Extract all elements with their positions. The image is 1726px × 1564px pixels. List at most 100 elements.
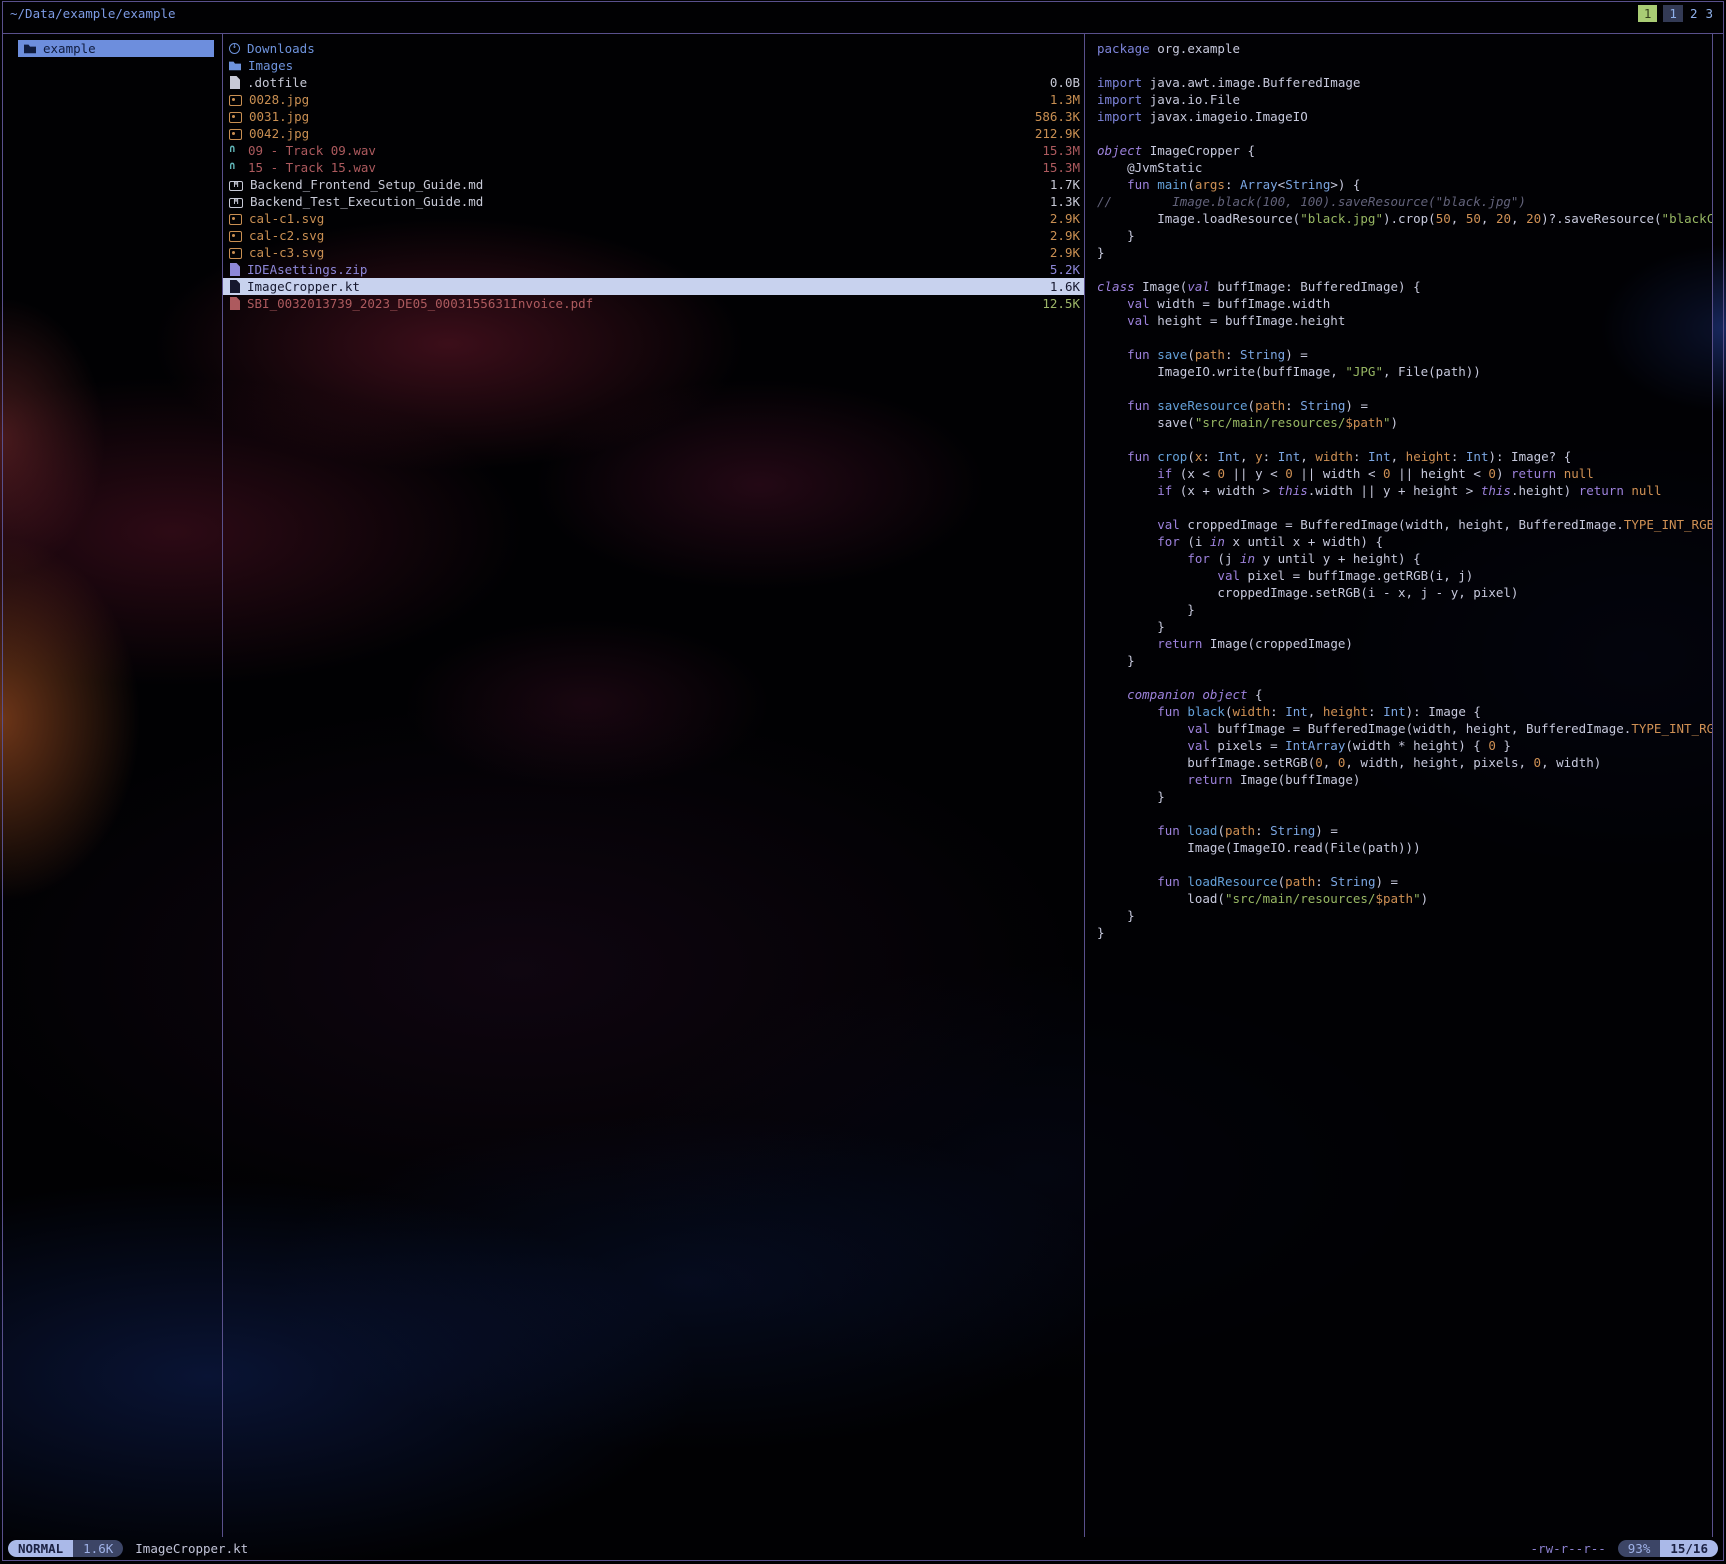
code-line: [1097, 499, 1712, 516]
pdf-icon: [230, 297, 240, 310]
code-line: [1097, 380, 1712, 397]
file-name: IDEAsettings.zip: [247, 262, 1042, 277]
code-line: companion object {: [1097, 686, 1712, 703]
image-icon: [229, 231, 242, 242]
file-row[interactable]: 09 - Track 09.wav 15.3M: [223, 142, 1084, 159]
code-line: }: [1097, 227, 1712, 244]
code-line: // Image.black(100, 100).saveResource("b…: [1097, 193, 1712, 210]
scroll-percent-badge: 93%: [1618, 1540, 1661, 1557]
file-row[interactable]: 0028.jpg1.3M: [223, 91, 1084, 108]
file-row[interactable]: 0031.jpg 586.3K: [223, 108, 1084, 125]
code-line: package org.example: [1097, 40, 1712, 57]
file-name: SBI_0032013739_2023_DE05_0003155631Invoi…: [247, 296, 1034, 311]
code-line: [1097, 431, 1712, 448]
file-row[interactable]: Downloads: [223, 40, 1084, 57]
file-row[interactable]: .dotfile0.0B: [223, 74, 1084, 91]
file-row[interactable]: Backend_Frontend_Setup_Guide.md 1.7K: [223, 176, 1084, 193]
code-line: [1097, 669, 1712, 686]
file-row[interactable]: Backend_Test_Execution_Guide.md 1.3K: [223, 193, 1084, 210]
file-name: cal-c3.svg: [249, 245, 1042, 260]
code-line: object ImageCropper {: [1097, 142, 1712, 159]
code-line: val pixel = buffImage.getRGB(i, j): [1097, 567, 1712, 584]
file-size: 1.7K: [1050, 177, 1080, 192]
file-row[interactable]: cal-c2.svg 2.9K: [223, 227, 1084, 244]
file-icon: [230, 76, 240, 89]
parent-dir-item[interactable]: example: [18, 40, 214, 57]
code-line: fun black(width: Int, height: Int): Imag…: [1097, 703, 1712, 720]
file-name: 0028.jpg: [249, 92, 1042, 107]
file-row[interactable]: IDEAsettings.zip 5.2K: [223, 261, 1084, 278]
code-line: fun crop(x: Int, y: Int, width: Int, hei…: [1097, 448, 1712, 465]
file-list-pane: DownloadsImages.dotfile0.0B0028.jpg1.3M0…: [223, 34, 1084, 1537]
code-line: import java.io.File: [1097, 91, 1712, 108]
image-icon: [229, 112, 242, 123]
code-line: fun saveResource(path: String) =: [1097, 397, 1712, 414]
markdown-icon: [229, 181, 243, 191]
file-name: 0031.jpg: [249, 109, 1027, 124]
code-line: }: [1097, 907, 1712, 924]
code-line: if (x + width > this.width || y + height…: [1097, 482, 1712, 499]
audio-icon: [229, 162, 241, 174]
cursor-position-badge: 15/16: [1660, 1540, 1718, 1557]
code-line: @JvmStatic: [1097, 159, 1712, 176]
file-name: Images: [248, 58, 1072, 73]
file-size-badge: 1.6K: [73, 1540, 123, 1557]
file-size: 15.3M: [1042, 160, 1080, 175]
code-line: [1097, 805, 1712, 822]
code-line: if (x < 0 || y < 0 || width < 0 || heigh…: [1097, 465, 1712, 482]
file-preview-pane: package org.example import java.awt.imag…: [1085, 34, 1712, 1537]
tab-3[interactable]: 3: [1704, 5, 1714, 22]
code-line: val width = buffImage.width: [1097, 295, 1712, 312]
code-line: }: [1097, 924, 1712, 941]
mode-badge: NORMAL: [8, 1540, 73, 1557]
file-row[interactable]: SBI_0032013739_2023_DE05_0003155631Invoi…: [223, 295, 1084, 312]
file-name: cal-c2.svg: [249, 228, 1042, 243]
code-line: val croppedImage = BufferedImage(width, …: [1097, 516, 1712, 533]
file-size: 5.2K: [1050, 262, 1080, 277]
status-right-group: -rw-r--r-- 93% 15/16: [1531, 1540, 1718, 1557]
code-line: [1097, 57, 1712, 74]
download-icon: [229, 43, 240, 54]
code-line: return Image(croppedImage): [1097, 635, 1712, 652]
mode-pill: NORMAL 1.6K: [8, 1540, 123, 1557]
file-size: 586.3K: [1035, 109, 1080, 124]
code-line: }: [1097, 244, 1712, 261]
file-row[interactable]: ImageCropper.kt1.6K: [223, 278, 1084, 295]
file-name: Backend_Test_Execution_Guide.md: [250, 194, 1042, 209]
code-line: return Image(buffImage): [1097, 771, 1712, 788]
tab-1[interactable]: 1: [1663, 5, 1683, 22]
code-line: fun main(args: Array<String>) {: [1097, 176, 1712, 193]
tab-2[interactable]: 2: [1689, 5, 1699, 22]
code-line: val pixels = IntArray(width * height) { …: [1097, 737, 1712, 754]
file-row[interactable]: Images: [223, 57, 1084, 74]
file-size: 15.3M: [1042, 143, 1080, 158]
file-size: 1.3K: [1050, 194, 1080, 209]
code-line: class Image(val buffImage: BufferedImage…: [1097, 278, 1712, 295]
archive-icon: [230, 263, 240, 276]
tab-1[interactable]: 1: [1638, 5, 1658, 22]
tab-indicators: 1123: [1638, 5, 1714, 22]
file-size: 1.6K: [1050, 279, 1080, 294]
code-line: fun loadResource(path: String) =: [1097, 873, 1712, 890]
file-name: cal-c1.svg: [249, 211, 1042, 226]
code-line: [1097, 329, 1712, 346]
file-name: Backend_Frontend_Setup_Guide.md: [250, 177, 1042, 192]
code-line: }: [1097, 601, 1712, 618]
code-line: load("src/main/resources/$path"): [1097, 890, 1712, 907]
file-row[interactable]: 0042.jpg212.9K: [223, 125, 1084, 142]
code-preview: package org.example import java.awt.imag…: [1085, 34, 1712, 941]
file-row[interactable]: 15 - Track 15.wav15.3M: [223, 159, 1084, 176]
image-icon: [229, 129, 242, 140]
file-size: 2.9K: [1050, 211, 1080, 226]
file-row[interactable]: cal-c3.svg2.9K: [223, 244, 1084, 261]
code-line: }: [1097, 788, 1712, 805]
folder-icon: [24, 43, 36, 55]
code-line: ImageIO.write(buffImage, "JPG", File(pat…: [1097, 363, 1712, 380]
markdown-icon: [229, 198, 243, 208]
file-row[interactable]: cal-c1.svg 2.9K: [223, 210, 1084, 227]
image-icon: [229, 95, 242, 106]
code-line: import javax.imageio.ImageIO: [1097, 108, 1712, 125]
file-name: 09 - Track 09.wav: [248, 143, 1034, 158]
file-size: 2.9K: [1050, 228, 1080, 243]
folder-icon: [229, 60, 241, 72]
